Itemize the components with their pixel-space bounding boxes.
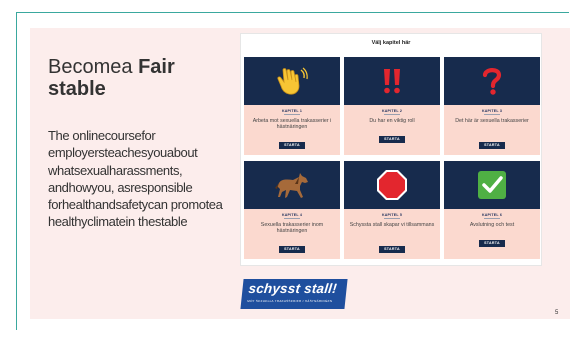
stop-sign-icon [377, 170, 407, 200]
chapter-1-label: KAPITEL 1 [281, 109, 303, 113]
title-bold-1: Fair [138, 56, 175, 78]
course-heading: Välj kapitel här [371, 40, 411, 46]
logo-sub-text: MOT SEXUELLA TRAKASSERIER I HÄSTNÄRINGEN [247, 299, 333, 303]
chapter-2-rule [384, 114, 400, 115]
horse-icon [275, 173, 308, 198]
chapter-5-label: KAPITEL 5 [381, 213, 403, 217]
chapter-4-start-button[interactable]: STARTA [279, 246, 305, 253]
chapter-5-body: KAPITEL 5 Schyssta stall skapar vi tills… [344, 209, 440, 259]
chapter-3-start-button[interactable]: STARTA [479, 142, 505, 149]
slide-description: The onlinecoursefor employersteachesyoua… [48, 128, 223, 230]
chapter-2-label: KAPITEL 2 [381, 109, 403, 113]
chapter-card-5[interactable]: KAPITEL 5 Schyssta stall skapar vi tills… [344, 161, 440, 259]
waving-hand-icon [277, 67, 308, 95]
title-bold-2: stable [48, 78, 106, 100]
chapter-3-art [444, 57, 540, 105]
chapter-6-rule [484, 218, 500, 219]
chapter-4-body: KAPITEL 4 Sexuella trakasserier inom häs… [244, 209, 340, 259]
chapter-6-title: Avslutning och test [469, 222, 515, 228]
chapter-6-art [444, 161, 540, 209]
chapter-2-start-button[interactable]: STARTA [379, 136, 405, 143]
chapter-1-art [244, 57, 340, 105]
slide: Becomea Fair stable The onlinecoursefor e… [0, 0, 573, 338]
chapter-4-label: KAPITEL 4 [281, 213, 303, 217]
check-mark-icon [478, 171, 506, 199]
chapter-card-4[interactable]: KAPITEL 4 Sexuella trakasserier inom häs… [244, 161, 340, 259]
chapter-4-art [244, 161, 340, 209]
logo-main-text: schysst stall! [247, 281, 338, 296]
double-exclamation-icon [384, 69, 400, 94]
chapter-card-3[interactable]: KAPITEL 3 Det här är sexuella trakasseri… [444, 57, 540, 155]
title-plain: Becomea [48, 56, 133, 78]
chapter-card-1[interactable]: KAPITEL 1 Arbeta mot sexuella trakasseri… [244, 57, 340, 155]
frame-top-line [16, 12, 569, 13]
chapter-2-art [344, 57, 440, 105]
chapter-5-rule [384, 218, 400, 219]
chapter-5-start-button[interactable]: STARTA [379, 246, 405, 253]
chapter-4-title: Sexuella trakasserier inom hästnäringen [260, 222, 324, 235]
slide-title: Becomea Fair stable [48, 56, 228, 100]
chapter-1-rule [284, 114, 300, 115]
chapter-1-start-button[interactable]: STARTA [279, 142, 305, 149]
chapter-1-body: KAPITEL 1 Arbeta mot sexuella trakasseri… [244, 105, 340, 155]
chapter-3-body: KAPITEL 3 Det här är sexuella trakasseri… [444, 105, 540, 155]
chapter-5-art [344, 161, 440, 209]
chapter-4-rule [284, 218, 300, 219]
schysst-stall-logo: schysst stall! MOT SEXUELLA TRAKASSERIER… [240, 279, 348, 309]
chapter-2-title: Du har en viktig roll [369, 118, 415, 124]
chapter-card-2[interactable]: KAPITEL 2 Du har en viktig roll STARTA [344, 57, 440, 155]
chapter-3-title: Det här är sexuella trakasserier [455, 118, 529, 124]
page-number: 5 [555, 310, 559, 316]
chapter-6-body: KAPITEL 6 Avslutning och test STARTA [444, 209, 540, 259]
question-mark-icon [482, 68, 502, 95]
chapter-3-label: KAPITEL 3 [481, 109, 503, 113]
chapter-1-title: Arbeta mot sexuella trakasserier i hästn… [252, 118, 332, 131]
chapter-2-body: KAPITEL 2 Du har en viktig roll STARTA [344, 105, 440, 155]
chapter-3-rule [484, 114, 500, 115]
course-screenshot: Välj kapitel här KAPITEL 1 Arbeta mot se… [240, 33, 542, 266]
chapter-6-start-button[interactable]: STARTA [479, 240, 505, 247]
frame-left-line [16, 12, 17, 330]
chapter-6-label: KAPITEL 6 [481, 213, 503, 217]
chapter-card-6[interactable]: KAPITEL 6 Avslutning och test STARTA [444, 161, 540, 259]
chapter-5-title: Schyssta stall skapar vi tillsammans [349, 222, 435, 228]
